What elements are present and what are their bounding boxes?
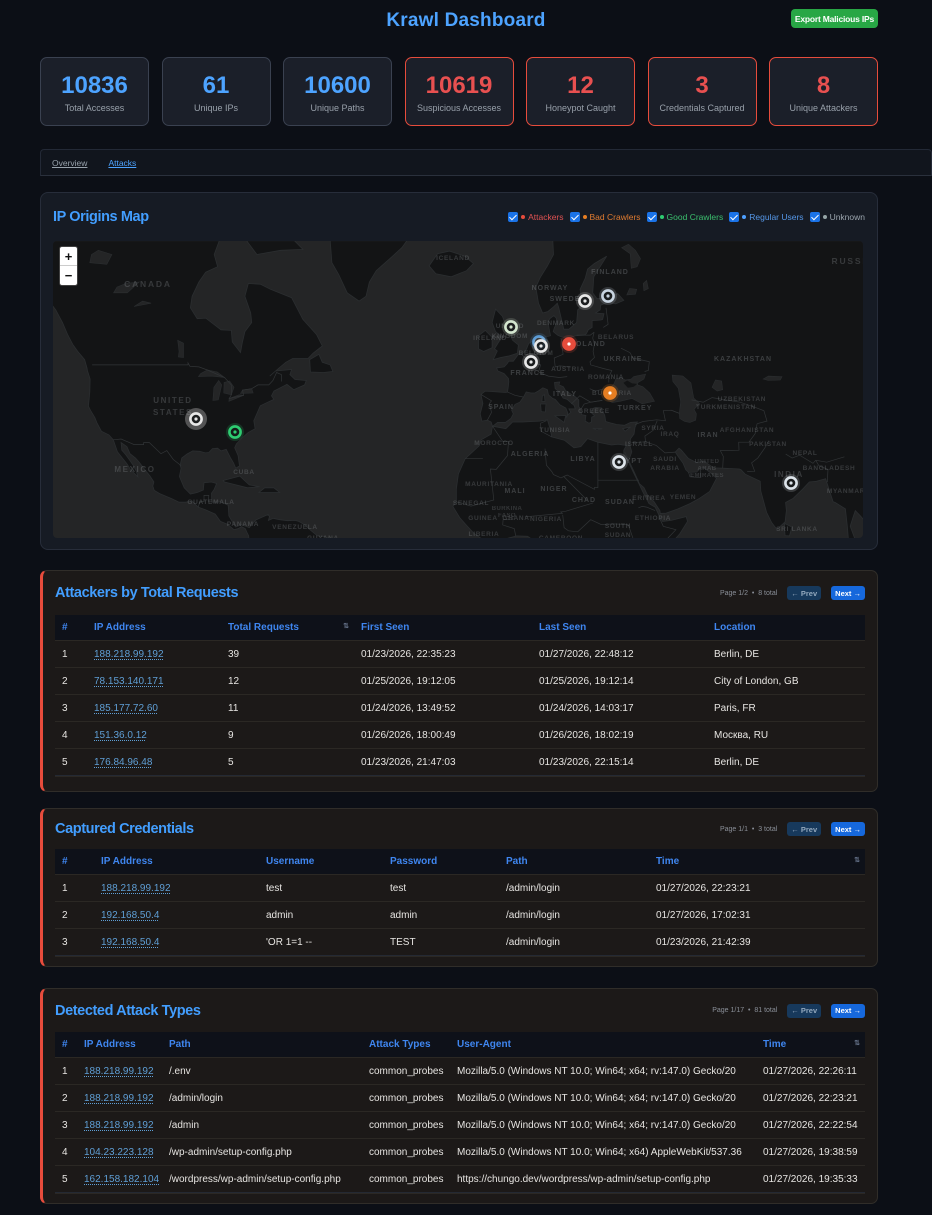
svg-text:AFGHANISTAN: AFGHANISTAN: [720, 427, 775, 434]
svg-text:ARABIA: ARABIA: [650, 465, 679, 472]
svg-text:NIGERIA: NIGERIA: [530, 516, 562, 523]
svg-text:TUNISIA: TUNISIA: [540, 427, 571, 434]
svg-text:SUDAN: SUDAN: [605, 499, 635, 506]
svg-text:NIGER: NIGER: [540, 486, 567, 493]
svg-text:CHAD: CHAD: [572, 497, 596, 504]
svg-text:SUDAN: SUDAN: [605, 532, 632, 538]
svg-text:AUSTRIA: AUSTRIA: [551, 366, 585, 373]
svg-text:UZBEKISTAN: UZBEKISTAN: [718, 396, 766, 403]
svg-text:YEMEN: YEMEN: [670, 494, 697, 501]
svg-text:EMIRATES: EMIRATES: [690, 473, 724, 479]
svg-text:TURKEY: TURKEY: [618, 405, 653, 412]
svg-text:LIBERIA: LIBERIA: [469, 531, 500, 538]
svg-text:GHANA: GHANA: [502, 515, 529, 522]
svg-text:MYANMAR: MYANMAR: [827, 488, 863, 495]
svg-text:GUINEA: GUINEA: [468, 515, 497, 522]
svg-text:SAUDI: SAUDI: [653, 456, 677, 463]
svg-text:ARAB: ARAB: [698, 466, 717, 472]
svg-text:ISRAEL: ISRAEL: [625, 441, 653, 448]
svg-text:GUATEMALA: GUATEMALA: [187, 499, 234, 506]
svg-text:PANAMA: PANAMA: [227, 521, 259, 528]
svg-text:SYRIA: SYRIA: [641, 425, 664, 432]
svg-text:CANADA: CANADA: [124, 279, 172, 289]
svg-text:CAMEROON: CAMEROON: [539, 535, 583, 538]
svg-text:IRELAND: IRELAND: [473, 335, 507, 342]
svg-text:SENEGAL: SENEGAL: [453, 500, 489, 507]
svg-text:ALGERIA: ALGERIA: [511, 451, 550, 458]
svg-text:UNITED: UNITED: [153, 396, 192, 405]
svg-text:SRI LANKA: SRI LANKA: [776, 526, 818, 533]
svg-text:MEXICO: MEXICO: [114, 465, 155, 474]
svg-text:UKRAINE: UKRAINE: [604, 356, 643, 363]
svg-text:IRAQ: IRAQ: [660, 431, 679, 438]
svg-text:ROMANIA: ROMANIA: [588, 374, 624, 381]
svg-text:NEPAL: NEPAL: [792, 450, 817, 457]
svg-text:BELARUS: BELARUS: [598, 334, 634, 341]
svg-text:RUSSIA: RUSSIA: [832, 256, 863, 266]
svg-text:VENEZUELA: VENEZUELA: [272, 524, 318, 531]
svg-text:FINLAND: FINLAND: [591, 269, 629, 276]
svg-text:PAKISTAN: PAKISTAN: [749, 441, 787, 448]
svg-text:UNITED: UNITED: [695, 459, 720, 465]
svg-text:DENMARK: DENMARK: [537, 320, 575, 327]
svg-text:GREECE: GREECE: [578, 408, 610, 415]
svg-text:GUYANA: GUYANA: [307, 535, 339, 538]
svg-text:ITALY: ITALY: [553, 391, 577, 398]
svg-text:MAURITANIA: MAURITANIA: [465, 481, 513, 488]
svg-text:LIBYA: LIBYA: [570, 456, 595, 463]
svg-text:NORWAY: NORWAY: [532, 285, 569, 292]
svg-text:CUBA: CUBA: [233, 469, 255, 476]
svg-text:ICELAND: ICELAND: [436, 255, 470, 262]
svg-text:SPAIN: SPAIN: [488, 404, 514, 411]
svg-text:TURKMENISTAN: TURKMENISTAN: [696, 404, 756, 411]
svg-text:IRAN: IRAN: [697, 432, 718, 439]
svg-text:FRANCE: FRANCE: [510, 370, 545, 377]
svg-text:BURKINA: BURKINA: [492, 506, 523, 512]
svg-text:MALI: MALI: [504, 488, 525, 495]
svg-text:ETHIOPIA: ETHIOPIA: [635, 515, 671, 522]
svg-text:KAZAKHSTAN: KAZAKHSTAN: [714, 356, 772, 363]
svg-text:ERITREA: ERITREA: [632, 495, 665, 502]
svg-text:SOUTH: SOUTH: [605, 523, 631, 530]
svg-text:MOROCCO: MOROCCO: [474, 440, 514, 447]
svg-text:BANGLADESH: BANGLADESH: [803, 465, 856, 472]
